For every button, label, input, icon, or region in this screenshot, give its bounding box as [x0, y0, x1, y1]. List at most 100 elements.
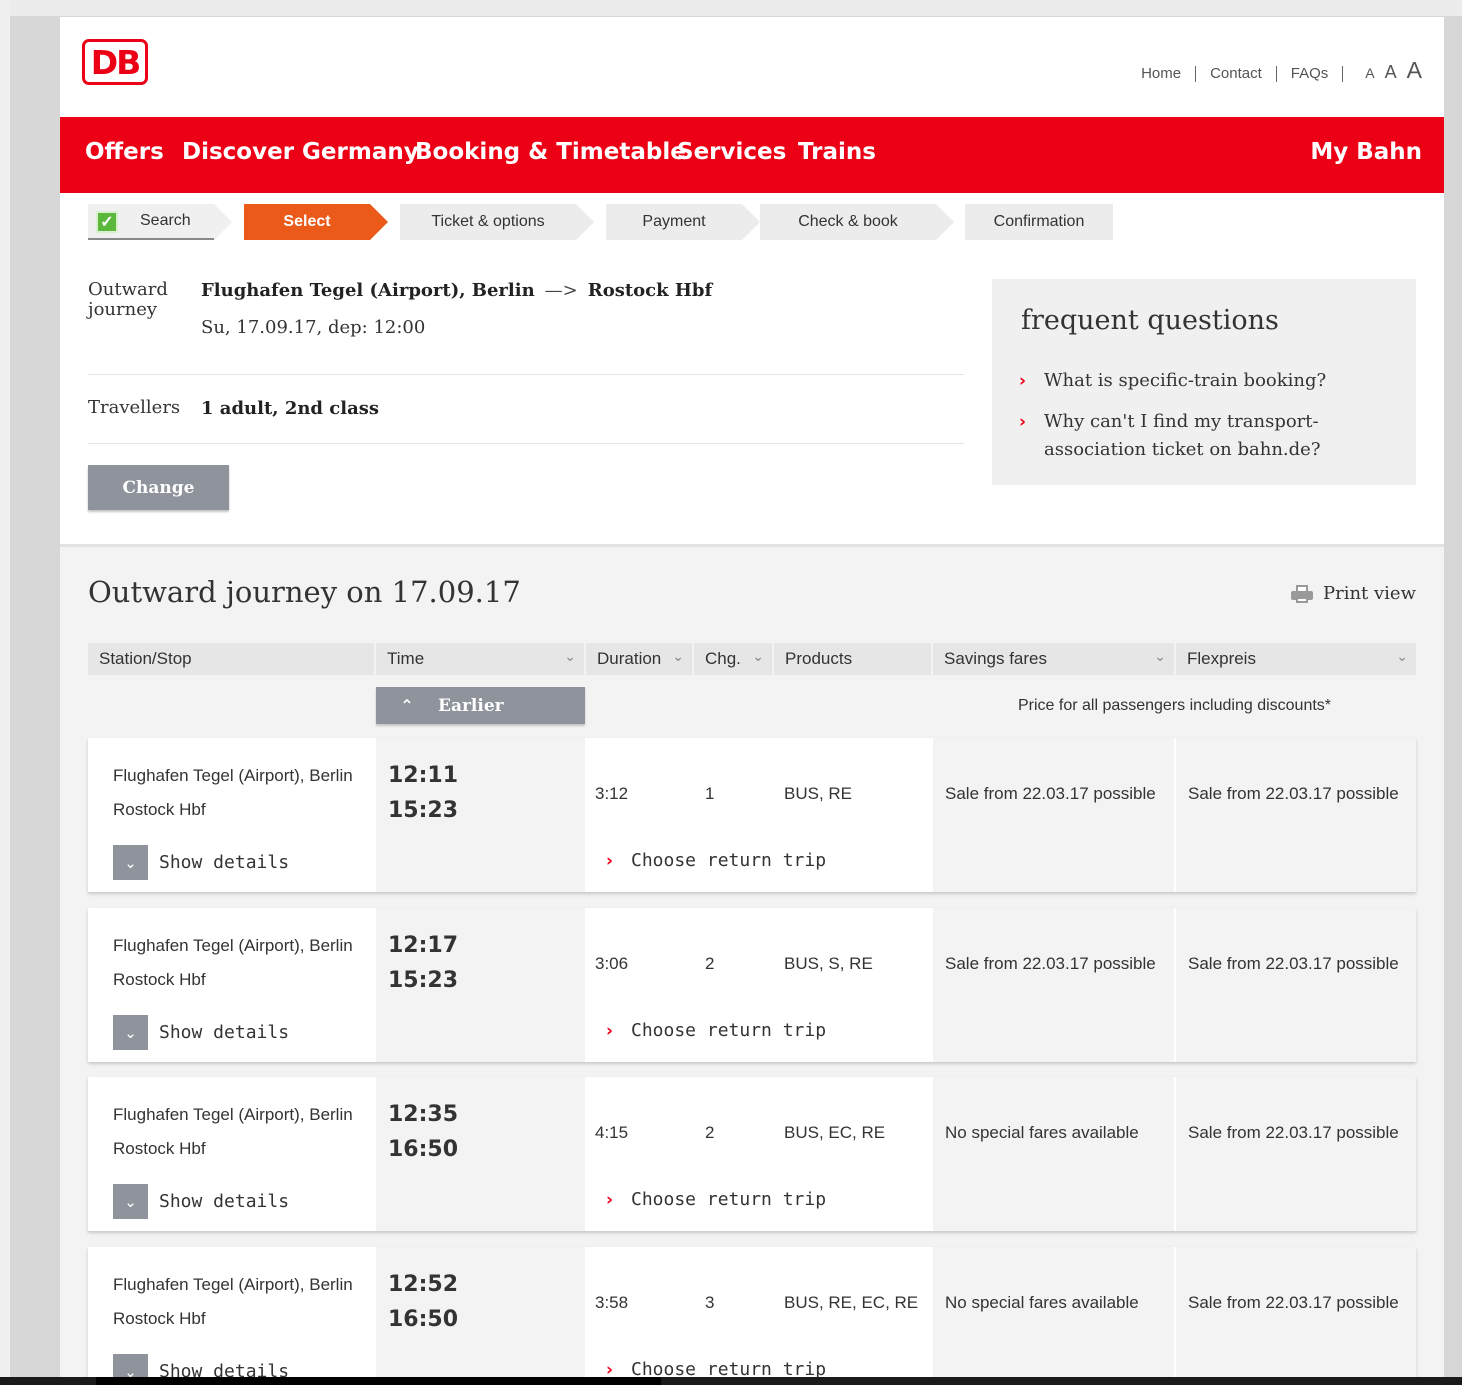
step-confirmation: Confirmation [965, 204, 1113, 240]
products: BUS, RE [784, 784, 853, 803]
earlier-button[interactable]: ⌃ Earlier [376, 687, 585, 724]
step-payment: Payment [606, 204, 760, 240]
meta-nav: Home Contact FAQs A A A [1141, 57, 1422, 84]
flexpreis-cell [1176, 738, 1416, 892]
choose-return-label: Choose return trip [631, 1189, 827, 1210]
col-time[interactable]: Time ⌄ [376, 643, 584, 675]
col-duration[interactable]: Duration ⌄ [586, 643, 692, 675]
changes: 2 [705, 954, 715, 973]
col-flexpreis[interactable]: Flexpreis ⌄ [1176, 643, 1416, 675]
arrival-station: Rostock Hbf [113, 1139, 206, 1158]
chevron-down-icon: ⌄ [752, 649, 764, 665]
savings-fare-cell [933, 1077, 1174, 1231]
duration: 3:06 [595, 954, 629, 973]
chevron-down-icon: ⌄ [672, 649, 684, 665]
faq-link-transport-ticket[interactable]: › Why can't I find my transport-associati… [1019, 408, 1409, 464]
savings-fare: Sale from 22.03.17 possible [945, 954, 1156, 973]
flexpreis-fare: Sale from 22.03.17 possible [1188, 1293, 1399, 1312]
arrival-station: Rostock Hbf [113, 800, 206, 819]
savings-fare-cell [933, 738, 1174, 892]
faq-box: frequent questions › What is specific-tra… [992, 279, 1416, 485]
nav-booking-timetable[interactable]: Booking & Timetable [415, 139, 686, 165]
chevron-right-icon: › [606, 1020, 614, 1041]
db-logo[interactable]: DB [82, 39, 148, 85]
choose-return-trip-link[interactable]: › Choose return trip [606, 1020, 826, 1041]
horizontal-scrollbar[interactable] [0, 1377, 1462, 1385]
duration: 4:15 [595, 1123, 629, 1142]
route-to: Rostock Hbf [587, 280, 713, 301]
faq-link-specific-train[interactable]: › What is specific-train booking? [1019, 367, 1409, 395]
choose-return-trip-link[interactable]: › Choose return trip [606, 1189, 826, 1210]
checkmark-icon: ✓ [96, 211, 118, 233]
nav-discover-germany[interactable]: Discover Germany [182, 139, 419, 165]
chevron-down-icon: ⌄ [113, 1015, 148, 1050]
step-search[interactable]: ✓ Search [88, 204, 232, 240]
step-check-book: Check & book [760, 204, 954, 240]
main-nav: Offers Discover Germany Booking & Timeta… [60, 117, 1444, 193]
left-gutter [0, 0, 10, 1385]
departure-station: Flughafen Tegel (Airport), Berlin [113, 936, 353, 955]
change-button[interactable]: Change [88, 465, 229, 510]
col-station: Station/Stop [88, 643, 374, 675]
faq-title: frequent questions [1021, 305, 1279, 336]
printer-icon [1290, 584, 1313, 603]
step-select: Select [244, 204, 388, 240]
show-details-label: Show details [159, 1022, 290, 1043]
font-large-button[interactable]: A [1407, 57, 1422, 84]
departure-station: Flughafen Tegel (Airport), Berlin [113, 1105, 353, 1124]
nav-my-bahn[interactable]: My Bahn [1310, 139, 1422, 165]
show-details-toggle[interactable]: ⌄ Show details [113, 845, 289, 880]
chevron-down-icon: ⌄ [113, 845, 148, 880]
flexpreis-cell [1176, 1077, 1416, 1231]
chevron-right-icon: › [1019, 412, 1027, 432]
arrival-time: 15:23 [388, 798, 459, 823]
col-savings-fares[interactable]: Savings fares ⌄ [933, 643, 1174, 675]
changes: 1 [705, 784, 715, 803]
travellers-value: 1 adult, 2nd class [201, 398, 380, 419]
col-changes[interactable]: Chg. ⌄ [694, 643, 772, 675]
connection-row: Flughafen Tegel (Airport), Berlin Rostoc… [88, 1077, 1416, 1231]
font-small-button[interactable]: A [1365, 65, 1374, 81]
chevron-right-icon: › [1019, 371, 1027, 391]
meta-link-home[interactable]: Home [1141, 66, 1197, 82]
print-view-link[interactable]: Print view [1290, 583, 1416, 604]
arrival-station: Rostock Hbf [113, 1309, 206, 1328]
col-products: Products [774, 643, 931, 675]
results-header: Station/Stop Time ⌄ Duration ⌄ Chg. ⌄ Produ… [88, 643, 1416, 675]
arrival-time: 16:50 [388, 1307, 459, 1332]
scrollbar-thumb[interactable] [96, 1377, 661, 1385]
departure-time: 12:52 [388, 1272, 459, 1297]
divider [88, 443, 964, 444]
nav-trains[interactable]: Trains [798, 139, 876, 165]
show-details-toggle[interactable]: ⌄ Show details [113, 1015, 289, 1050]
chevron-down-icon: ⌄ [1396, 649, 1408, 665]
nav-services[interactable]: Services [677, 139, 786, 165]
flexpreis-fare: Sale from 22.03.17 possible [1188, 1123, 1399, 1142]
connection-row: Flughafen Tegel (Airport), Berlin Rostoc… [88, 908, 1416, 1062]
font-medium-button[interactable]: A [1385, 62, 1397, 83]
meta-link-faqs[interactable]: FAQs [1277, 66, 1344, 82]
outward-label: Outward journey [88, 279, 168, 320]
results-title: Outward journey on 17.09.17 [88, 575, 521, 609]
browser-top-strip [0, 0, 1462, 16]
products: BUS, EC, RE [784, 1123, 886, 1142]
flexpreis-fare: Sale from 22.03.17 possible [1188, 954, 1399, 973]
nav-offers[interactable]: Offers [85, 139, 164, 165]
choose-return-trip-link[interactable]: › Choose return trip [606, 850, 826, 871]
results-section: Outward journey on 17.09.17 Print view S… [60, 544, 1444, 1385]
connection-row: Flughafen Tegel (Airport), Berlin Rostoc… [88, 1247, 1416, 1385]
step-ticket-options: Ticket & options [400, 204, 594, 240]
font-size-controls: A A A [1343, 57, 1422, 84]
travellers-label: Travellers [88, 397, 181, 418]
show-details-label: Show details [159, 852, 290, 873]
price-note: Price for all passengers including disco… [1017, 697, 1332, 714]
arrival-station: Rostock Hbf [113, 970, 206, 989]
savings-fare: No special fares available [945, 1293, 1139, 1312]
departure-time: 12:17 [388, 933, 459, 958]
departure-station: Flughafen Tegel (Airport), Berlin [113, 1275, 353, 1294]
flexpreis-cell [1176, 908, 1416, 1062]
duration: 3:58 [595, 1293, 629, 1312]
departure-time: 12:11 [388, 763, 459, 788]
show-details-toggle[interactable]: ⌄ Show details [113, 1184, 289, 1219]
meta-link-contact[interactable]: Contact [1196, 66, 1277, 82]
